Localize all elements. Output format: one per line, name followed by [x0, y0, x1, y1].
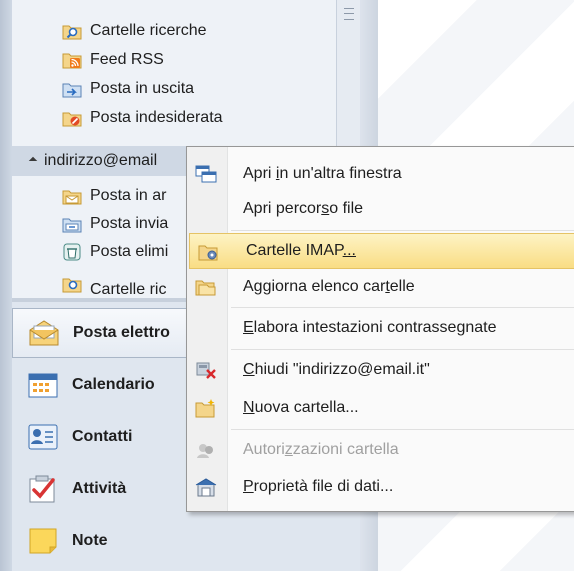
imap-folders-icon — [198, 242, 220, 262]
folder-label: Posta in uscita — [90, 80, 195, 97]
close-account-icon — [195, 360, 217, 380]
menu-item-folder-permissions: Autorizzazioni cartella — [187, 432, 574, 468]
menu-item-label: Apri in un'altra finestra — [243, 165, 402, 182]
tasks-icon — [26, 474, 60, 504]
menu-item-label: Cartelle IMAP... — [246, 242, 356, 259]
module-label: Posta elettro — [73, 324, 170, 341]
module-label: Contatti — [72, 428, 133, 445]
collapse-triangle-icon[interactable] — [28, 156, 38, 166]
folder-label: Feed RSS — [90, 51, 164, 68]
folder-label: Posta elimi — [90, 243, 169, 260]
folder-item-rss-feeds[interactable]: Feed RSS — [62, 47, 164, 73]
folder-label: Cartelle ricerche — [90, 22, 207, 39]
menu-item-label: Aggiorna elenco cartelle — [243, 278, 415, 295]
scrollbar-grip[interactable] — [344, 8, 354, 20]
folder-item-search-folders-account[interactable]: Cartelle ric — [62, 275, 166, 295]
folder-label: Posta in ar — [90, 187, 167, 204]
folder-item-search-folders[interactable]: Cartelle ricerche — [62, 18, 206, 44]
menu-item-update-folder-list[interactable]: Aggiorna elenco cartelle — [187, 269, 574, 305]
calendar-icon — [26, 370, 60, 400]
outbox-icon — [62, 80, 82, 98]
notes-icon — [26, 526, 60, 556]
folder-item-junk[interactable]: Posta indesiderata — [62, 105, 223, 131]
junk-mail-icon — [62, 109, 82, 127]
new-window-icon — [195, 164, 217, 184]
data-file-properties-icon — [195, 477, 217, 497]
update-folder-list-icon — [195, 277, 217, 297]
menu-item-process-marked-headers[interactable]: Elabora intestazioni contrassegnate — [187, 310, 574, 346]
menu-item-label: Proprietà file di dati... — [243, 478, 394, 495]
folder-item-outbox[interactable]: Posta in uscita — [62, 76, 194, 102]
mail-icon — [27, 318, 61, 348]
folder-item-inbox[interactable]: Posta in ar — [62, 183, 166, 209]
folder-label: Posta invia — [90, 215, 169, 232]
contacts-icon — [26, 422, 60, 452]
menu-item-label: Apri percorso file — [243, 200, 364, 217]
module-label: Attività — [72, 480, 127, 497]
menu-item-open-file-location[interactable]: Apri percorso file — [187, 191, 574, 227]
rss-feed-icon — [62, 51, 82, 69]
folder-permissions-icon — [195, 440, 217, 460]
menu-item-data-file-properties[interactable]: Proprietà file di dati... — [187, 469, 574, 505]
menu-separator — [231, 230, 574, 231]
folder-item-sent[interactable]: Posta invia — [62, 211, 168, 237]
inbox-folder-icon — [62, 187, 82, 205]
account-label: indirizzo@email — [44, 152, 158, 169]
menu-item-open-new-window[interactable]: Apri in un'altra finestra — [187, 156, 574, 192]
module-label: Calendario — [72, 376, 155, 393]
menu-item-new-folder[interactable]: Nuova cartella... — [187, 390, 574, 426]
search-folder-icon — [62, 275, 82, 293]
folder-item-deleted[interactable]: Posta elimi — [62, 239, 168, 265]
menu-item-label: Chiudi "indirizzo@email.it" — [243, 361, 430, 378]
menu-item-close-account[interactable]: Chiudi "indirizzo@email.it" — [187, 352, 574, 388]
module-label: Note — [72, 532, 108, 549]
deleted-folder-icon — [62, 243, 82, 261]
nav-left-border — [0, 0, 12, 571]
search-folder-icon — [62, 22, 82, 40]
new-folder-icon — [195, 398, 217, 418]
menu-separator — [231, 349, 574, 350]
menu-separator — [231, 307, 574, 308]
folder-context-menu: Apri in un'altra finestra Apri percorso … — [186, 146, 574, 512]
module-notes-button[interactable]: Note — [12, 516, 360, 566]
menu-item-label: Nuova cartella... — [243, 399, 359, 416]
menu-item-label: Autorizzazioni cartella — [243, 441, 399, 458]
sent-folder-icon — [62, 215, 82, 233]
menu-item-imap-folders[interactable]: Cartelle IMAP... — [189, 233, 574, 269]
menu-separator — [231, 429, 574, 430]
folder-label: Cartelle ric — [90, 281, 167, 295]
folder-label: Posta indesiderata — [90, 109, 223, 126]
menu-item-label: Elabora intestazioni contrassegnate — [243, 319, 497, 336]
